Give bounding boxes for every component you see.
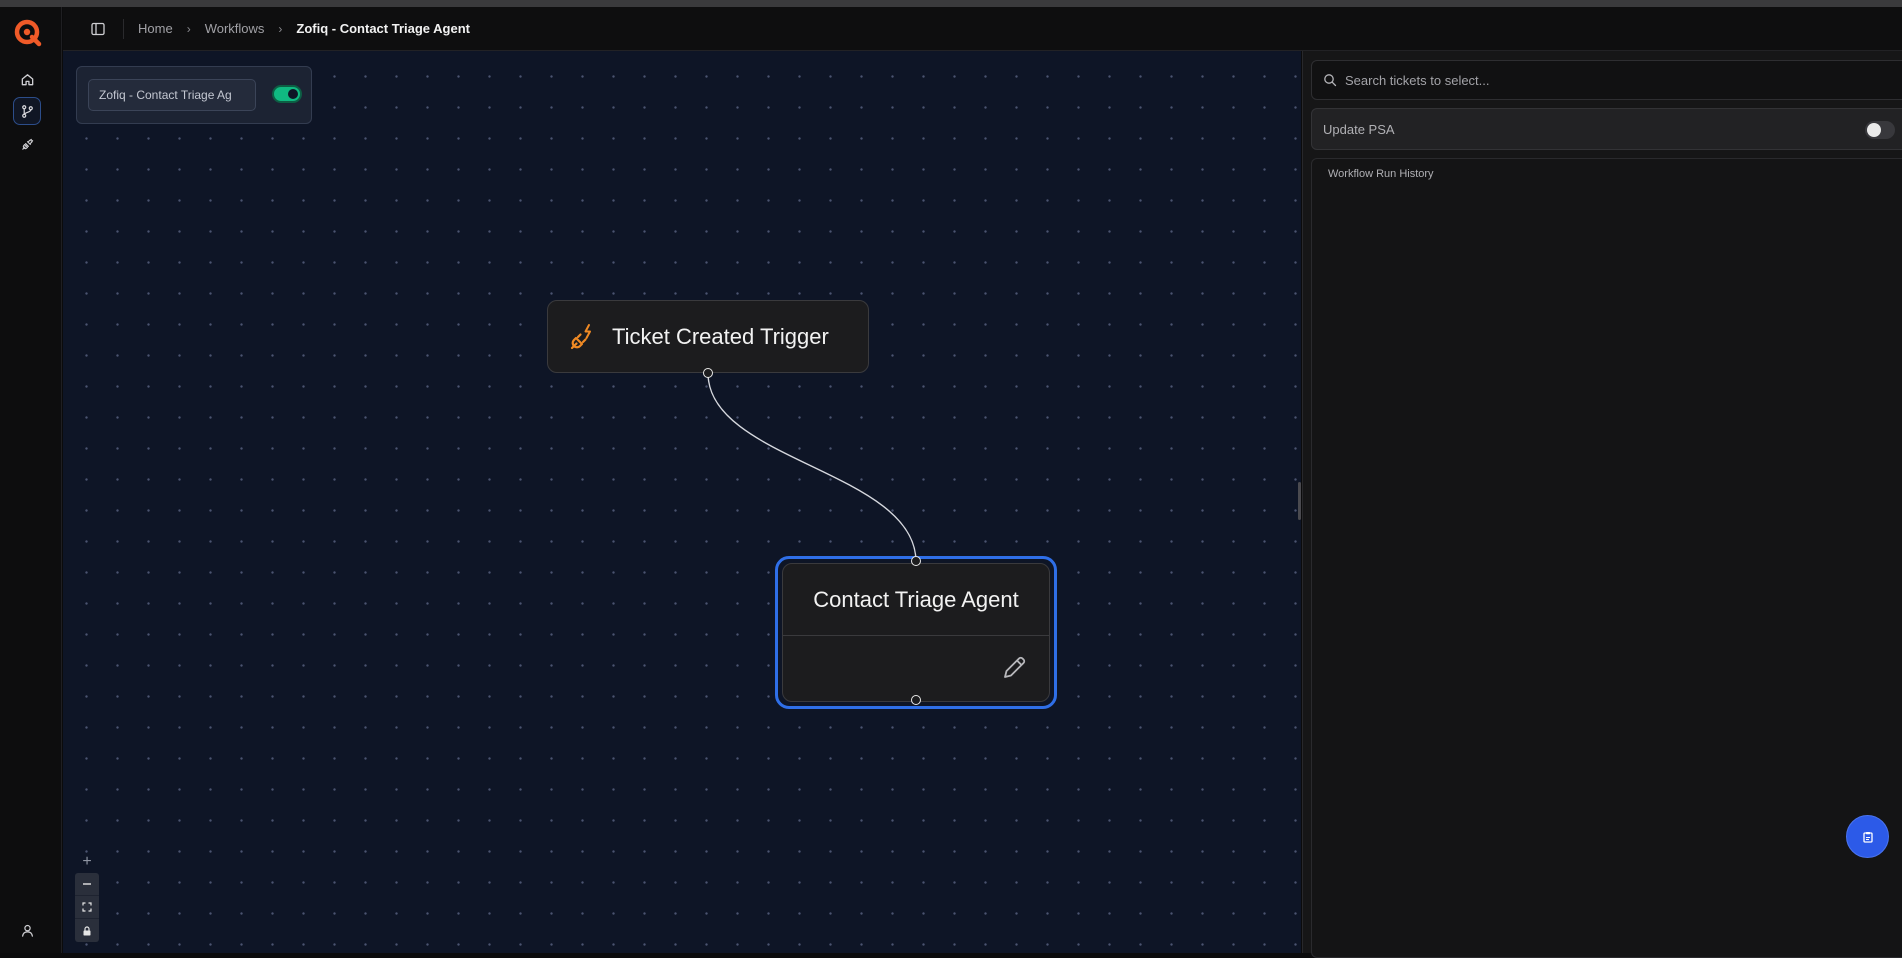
- update-psa-toggle[interactable]: [1865, 121, 1895, 139]
- agent-node[interactable]: Contact Triage Agent: [782, 563, 1050, 702]
- header-divider: [123, 18, 124, 39]
- trigger-node[interactable]: Ticket Created Trigger: [547, 300, 869, 373]
- profile-nav-button[interactable]: [13, 916, 41, 944]
- zoom-out-button[interactable]: [75, 873, 99, 896]
- zofiq-logo-icon[interactable]: [12, 17, 44, 49]
- clipboard-icon: [1862, 831, 1873, 843]
- agent-output-handle[interactable]: [911, 695, 921, 705]
- top-header: Home › Workflows › Zofiq - Contact Triag…: [63, 7, 1902, 51]
- breadcrumb: Home › Workflows › Zofiq - Contact Triag…: [138, 21, 470, 36]
- home-nav-button[interactable]: [13, 65, 41, 93]
- left-rail: [0, 7, 62, 953]
- integrations-nav-button[interactable]: [13, 130, 41, 158]
- user-icon: [21, 924, 33, 937]
- floating-action-button[interactable]: [1846, 815, 1889, 858]
- window-top-strip: [0, 0, 1902, 7]
- chevron-right-icon: ›: [278, 21, 283, 36]
- workflow-name-input[interactable]: [88, 79, 256, 111]
- agent-node-selection[interactable]: Contact Triage Agent: [775, 556, 1057, 709]
- workflow-edge[interactable]: [707, 372, 917, 563]
- chevron-right-icon: ›: [186, 21, 191, 36]
- zoom-out-icon: [83, 883, 91, 885]
- toggle-knob: [288, 89, 298, 99]
- ticket-search[interactable]: [1311, 60, 1902, 100]
- home-icon: [21, 73, 33, 85]
- lock-icon: [83, 925, 91, 935]
- canvas-controls-panel: [75, 873, 99, 942]
- workflow-name-panel: [76, 66, 312, 124]
- update-psa-label: Update PSA: [1323, 121, 1395, 137]
- fit-view-icon: [82, 902, 92, 912]
- workflows-nav-button[interactable]: [13, 97, 41, 125]
- lock-button[interactable]: [75, 919, 99, 942]
- panel-resize-handle[interactable]: [1298, 482, 1301, 520]
- plug-bolt-icon: [570, 323, 591, 349]
- search-icon: [1324, 74, 1337, 87]
- agent-input-handle[interactable]: [911, 556, 921, 566]
- workflow-run-history-panel: Workflow Run History: [1311, 158, 1902, 958]
- trigger-node-label: Ticket Created Trigger: [612, 323, 829, 349]
- edge-layer: [707, 372, 917, 563]
- breadcrumb-workflows[interactable]: Workflows: [205, 21, 265, 36]
- ticket-search-input[interactable]: [1345, 72, 1845, 88]
- workflow-run-history-title: Workflow Run History: [1328, 168, 1434, 180]
- pencil-icon[interactable]: [999, 653, 1029, 683]
- git-branch-icon: [21, 104, 33, 118]
- fit-view-button[interactable]: [75, 896, 99, 919]
- toggle-knob: [1867, 123, 1881, 137]
- sidebar-toggle-button[interactable]: [87, 18, 109, 40]
- right-side-panel: Update PSA Workflow Run History: [1302, 51, 1902, 958]
- breadcrumb-current-workflow: Zofiq - Contact Triage Agent: [296, 21, 470, 36]
- zoom-in-button[interactable]: +: [75, 851, 99, 873]
- breadcrumb-home[interactable]: Home: [138, 21, 173, 36]
- workflow-canvas[interactable]: Ticket Created Trigger Contact Triage Ag…: [63, 51, 1301, 953]
- update-psa-row: Update PSA: [1311, 108, 1902, 150]
- agent-node-label: Contact Triage Agent: [783, 564, 1049, 636]
- sidebar-icon: [91, 22, 105, 35]
- trigger-output-handle[interactable]: [703, 368, 713, 378]
- plug-icon: [21, 138, 33, 150]
- workflow-active-toggle[interactable]: [272, 85, 302, 103]
- canvas-controls: +: [75, 851, 99, 942]
